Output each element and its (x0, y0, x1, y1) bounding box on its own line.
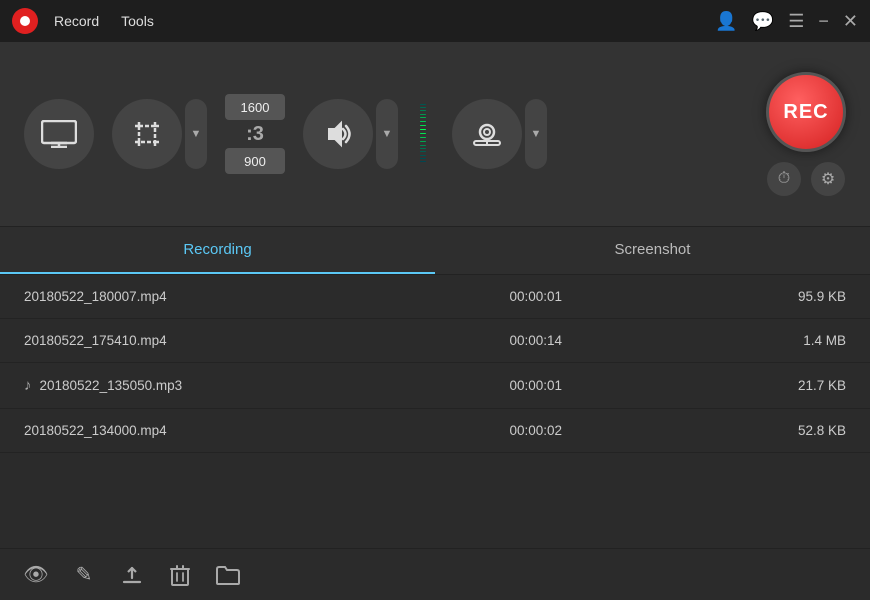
crop-dropdown-button[interactable]: ▼ (185, 99, 207, 169)
file-size: 52.8 KB (645, 423, 847, 438)
audio-bar (420, 114, 426, 115)
close-icon[interactable]: ✕ (843, 11, 858, 32)
file-row[interactable]: 20180522_134000.mp4 00:00:02 52.8 KB (0, 409, 870, 453)
menu-tools[interactable]: Tools (115, 9, 160, 33)
file-size: 95.9 KB (645, 289, 847, 304)
tab-recording[interactable]: Recording (0, 227, 435, 274)
audio-bar (420, 129, 426, 130)
file-name: ♪20180522_135050.mp3 (24, 377, 427, 394)
webcam-button[interactable] (452, 99, 522, 169)
resolution-group: :3 (225, 94, 285, 174)
audio-button[interactable] (303, 99, 373, 169)
user-icon[interactable]: 👤 (715, 12, 737, 30)
resolution-height-input[interactable] (225, 148, 285, 174)
audio-bar (420, 125, 426, 126)
rec-sub-icons: ⏱ ⚙ (767, 162, 845, 196)
menu-record[interactable]: Record (48, 9, 105, 33)
titlebar: Record Tools 👤 💬 ☰ − ✕ (0, 0, 870, 42)
edit-icon[interactable]: ✎ (68, 559, 100, 591)
preview-icon[interactable]: 👁 (20, 559, 52, 591)
minimize-icon[interactable]: − (818, 12, 829, 30)
chat-icon[interactable]: 💬 (752, 12, 774, 30)
file-duration: 00:00:02 (435, 423, 637, 438)
crop-group: ▼ (112, 99, 207, 169)
rec-area: REC ⏱ ⚙ (766, 72, 846, 196)
file-size: 1.4 MB (645, 333, 847, 348)
file-duration: 00:00:14 (435, 333, 637, 348)
file-list: 20180522_180007.mp400:00:0195.9 KB201805… (0, 275, 870, 548)
delete-icon[interactable] (164, 559, 196, 591)
file-row[interactable]: 20180522_175410.mp4 00:00:14 1.4 MB (0, 319, 870, 363)
bottom-bar: 👁 ✎ (0, 548, 870, 600)
audio-bar (420, 121, 426, 122)
audio-bar (420, 141, 426, 142)
audio-bar (420, 133, 426, 134)
app-logo (12, 8, 38, 34)
toolbar: ▼ :3 ▼ ▼ REC (0, 42, 870, 227)
audio-bar (420, 117, 426, 118)
file-duration: 00:00:01 (435, 289, 637, 304)
audio-level-bars (420, 104, 434, 164)
resolution-divider: :3 (246, 124, 264, 144)
screen-capture-button[interactable] (24, 99, 94, 169)
file-row[interactable]: ♪20180522_135050.mp3 00:00:01 21.7 KB (0, 363, 870, 409)
file-name: 20180522_175410.mp4 (24, 333, 427, 348)
settings-icon[interactable]: ⚙ (811, 162, 845, 196)
upload-icon[interactable] (116, 559, 148, 591)
menu-icon[interactable]: ☰ (788, 12, 804, 30)
resolution-width-input[interactable] (225, 94, 285, 120)
webcam-dropdown-button[interactable]: ▼ (525, 99, 547, 169)
file-duration: 00:00:01 (435, 378, 637, 393)
titlebar-icons: 👤 💬 ☰ − ✕ (715, 11, 858, 32)
file-name: 20180522_180007.mp4 (24, 289, 427, 304)
tab-screenshot[interactable]: Screenshot (435, 227, 870, 274)
music-icon: ♪ (24, 377, 32, 394)
rec-button[interactable]: REC (766, 72, 846, 152)
audio-group: ▼ (303, 99, 398, 169)
crop-button[interactable] (112, 99, 182, 169)
audio-dropdown-button[interactable]: ▼ (376, 99, 398, 169)
content: Recording Screenshot 20180522_180007.mp4… (0, 227, 870, 600)
file-row[interactable]: 20180522_180007.mp4 00:00:01 95.9 KB (0, 275, 870, 319)
folder-icon[interactable] (212, 559, 244, 591)
file-name: 20180522_134000.mp4 (24, 423, 427, 438)
schedule-icon[interactable]: ⏱ (767, 162, 801, 196)
tabs: Recording Screenshot (0, 227, 870, 275)
file-size: 21.7 KB (645, 378, 847, 393)
webcam-group: ▼ (452, 99, 547, 169)
audio-bar (420, 137, 426, 138)
